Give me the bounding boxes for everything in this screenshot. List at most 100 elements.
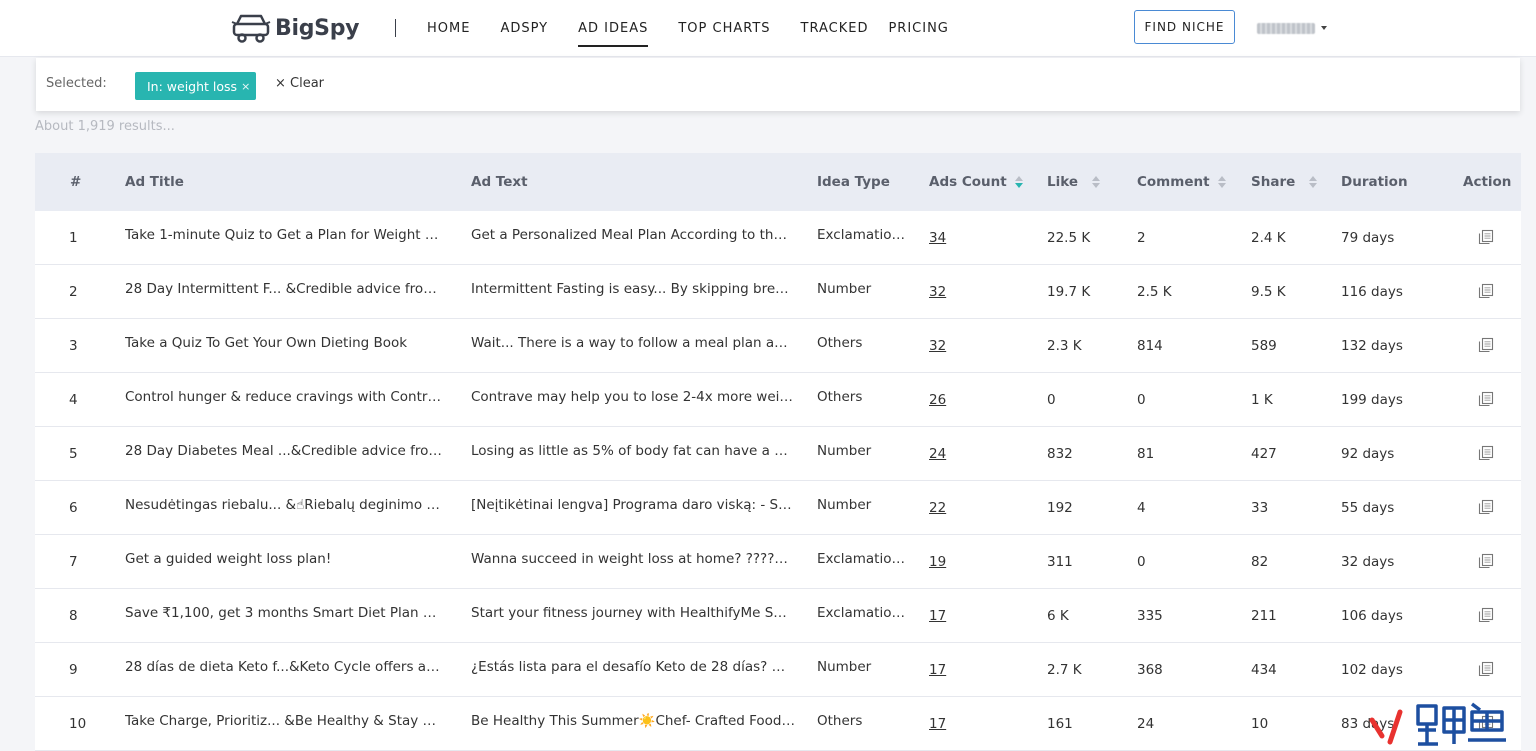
cell-ad-title: Control hunger & reduce cravings with Co…	[125, 389, 443, 405]
cell-idea-type: Number	[817, 659, 872, 675]
cell-duration: 55 days	[1341, 500, 1395, 516]
cell-ad-text: Intermittent Fasting is easy... By skipp…	[471, 281, 795, 297]
ads-count-link[interactable]: 24	[929, 446, 946, 462]
cell-ad-title: 28 días de dieta Keto f...&Keto Cycle of…	[125, 659, 443, 675]
cell-share: 10	[1251, 716, 1269, 732]
ads-count-link[interactable]: 22	[929, 500, 946, 516]
cell-comment: 2.5 K	[1137, 284, 1172, 300]
cell-ad-text: [Neįtikėtinai lengva] Programa daro visk…	[471, 497, 795, 513]
ads-count-link[interactable]: 19	[929, 554, 946, 570]
header-ads-count[interactable]: Ads Count	[929, 153, 1023, 211]
cell-comment: 2	[1137, 230, 1146, 246]
nav-home[interactable]: HOME	[427, 0, 470, 57]
header-comment-label: Comment	[1137, 174, 1210, 190]
header-comment[interactable]: Comment	[1137, 153, 1226, 211]
copy-icon[interactable]	[1478, 607, 1494, 623]
nav-top-charts[interactable]: TOP CHARTS	[678, 0, 770, 57]
cell-ad-text: Contrave may help you to lose 2-4x more …	[471, 389, 795, 405]
table-row[interactable]: 8 Save ₹1,100, get 3 months Smart Diet Pl…	[35, 589, 1521, 643]
sort-icon[interactable]	[1309, 175, 1318, 189]
cell-ads-count: 24	[929, 446, 989, 462]
table-row[interactable]: 7 Get a guided weight loss plan! Wanna suc…	[35, 535, 1521, 589]
cell-share: 1 K	[1251, 392, 1273, 408]
table-row[interactable]: 6 Nesudėtingas riebalu... &☝Riebalų degin…	[35, 481, 1521, 535]
header-share[interactable]: Share	[1251, 153, 1318, 211]
ads-count-link[interactable]: 34	[929, 230, 946, 246]
find-niche-button[interactable]: FIND NICHE	[1134, 10, 1235, 44]
header-duration: Duration	[1341, 174, 1408, 190]
table-row[interactable]: 1 Take 1-minute Quiz to Get a Plan for We…	[35, 211, 1521, 265]
header-ads-count-label: Ads Count	[929, 174, 1007, 190]
copy-icon[interactable]	[1478, 337, 1494, 353]
cell-num: 10	[69, 716, 87, 732]
cell-like: 0	[1047, 392, 1056, 408]
copy-icon[interactable]	[1478, 661, 1494, 677]
cell-like: 2.7 K	[1047, 662, 1082, 678]
cell-like: 22.5 K	[1047, 230, 1091, 246]
cell-duration: 106 days	[1341, 608, 1403, 624]
cell-ad-title: Take Charge, Prioritiz... &Be Healthy & …	[125, 713, 443, 729]
cell-num: 4	[69, 392, 78, 408]
ads-count-link[interactable]: 26	[929, 392, 946, 408]
cell-ad-title: 28 Day Intermittent F... &Credible advic…	[125, 281, 443, 297]
cell-ads-count: 32	[929, 284, 989, 300]
copy-icon[interactable]	[1478, 499, 1494, 515]
nav-tracked[interactable]: TRACKED	[801, 0, 869, 57]
cell-ads-count: 19	[929, 554, 989, 570]
cell-duration: 132 days	[1341, 338, 1403, 354]
ads-count-link[interactable]: 17	[929, 662, 946, 678]
table-row[interactable]: 3 Take a Quiz To Get Your Own Dieting Boo…	[35, 319, 1521, 373]
nav-pricing[interactable]: PRICING	[888, 0, 948, 57]
cell-num: 3	[69, 338, 78, 354]
cell-share: 427	[1251, 446, 1277, 462]
cell-num: 1	[69, 230, 78, 246]
header-like-label: Like	[1047, 174, 1079, 190]
sort-icon[interactable]	[1217, 175, 1226, 189]
cell-comment: 24	[1137, 716, 1155, 732]
ads-count-link[interactable]: 32	[929, 338, 946, 354]
copy-icon[interactable]	[1478, 229, 1494, 245]
cell-idea-type: Others	[817, 335, 863, 351]
cell-num: 6	[69, 500, 78, 516]
cell-idea-type: Others	[817, 389, 863, 405]
cell-like: 832	[1047, 446, 1073, 462]
header-like[interactable]: Like	[1047, 153, 1101, 211]
table-row[interactable]: 5 28 Day Diabetes Meal ...&Credible advic…	[35, 427, 1521, 481]
ads-count-link[interactable]: 32	[929, 284, 946, 300]
main-nav: HOME ADSPY AD IDEAS TOP CHARTS TRACKED P…	[427, 0, 979, 57]
filter-chip-weight-loss[interactable]: In: weight loss ×	[135, 72, 256, 100]
bigspy-logo[interactable]: BigSpy	[231, 12, 360, 44]
cell-like: 192	[1047, 500, 1073, 516]
cell-share: 434	[1251, 662, 1277, 678]
brand-name: BigSpy	[275, 15, 360, 41]
ads-count-link[interactable]: 17	[929, 608, 946, 624]
user-name-blurred	[1257, 22, 1315, 34]
user-menu[interactable]	[1257, 18, 1327, 38]
copy-icon[interactable]	[1478, 391, 1494, 407]
clear-filters-button[interactable]: × Clear	[275, 76, 324, 91]
table-row[interactable]: 9 28 días de dieta Keto f...&Keto Cycle o…	[35, 643, 1521, 697]
ads-count-link[interactable]: 17	[929, 716, 946, 732]
cell-idea-type: Exclamation...	[817, 227, 909, 243]
logo-car-icon	[231, 14, 271, 43]
cell-num: 7	[69, 554, 78, 570]
table-row[interactable]: 4 Control hunger & reduce cravings with C…	[35, 373, 1521, 427]
copy-icon[interactable]	[1478, 553, 1494, 569]
cell-duration: 102 days	[1341, 662, 1403, 678]
cell-comment: 814	[1137, 338, 1163, 354]
sort-icon[interactable]	[1014, 175, 1023, 189]
table-row[interactable]: 10 Take Charge, Prioritiz... &Be Healthy …	[35, 697, 1521, 751]
cell-share: 82	[1251, 554, 1269, 570]
table-row[interactable]: 2 28 Day Intermittent F... &Credible advi…	[35, 265, 1521, 319]
chip-remove-icon[interactable]: ×	[241, 80, 250, 93]
nav-adspy[interactable]: ADSPY	[500, 0, 548, 57]
copy-icon[interactable]	[1478, 283, 1494, 299]
sort-icon[interactable]	[1092, 175, 1101, 189]
cell-comment: 4	[1137, 500, 1146, 516]
header-ad-text: Ad Text	[471, 174, 528, 190]
results-count: About 1,919 results...	[35, 119, 175, 134]
copy-icon[interactable]	[1478, 445, 1494, 461]
nav-ad-ideas[interactable]: AD IDEAS	[578, 0, 649, 57]
cell-ads-count: 17	[929, 662, 989, 678]
cell-ads-count: 17	[929, 608, 989, 624]
